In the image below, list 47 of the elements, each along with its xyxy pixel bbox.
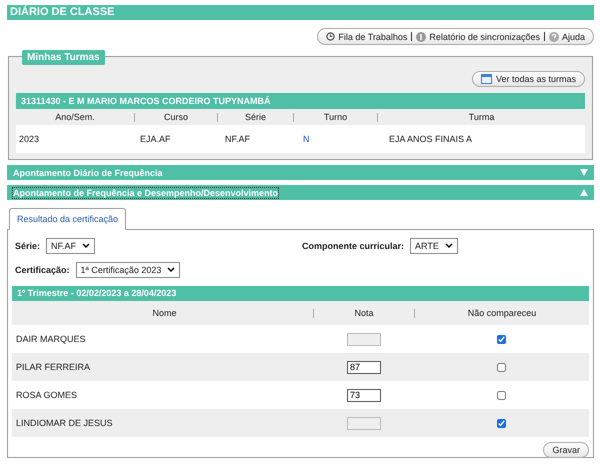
field-label: Série:: [15, 241, 40, 251]
series-select[interactable]: NF.AF: [46, 238, 96, 254]
subject-select[interactable]: ARTE: [410, 238, 458, 254]
student-name: ROSA GOMES: [16, 390, 78, 400]
period-title: 1º Trimestre - 02/02/2023 a 28/04/2023: [17, 288, 176, 298]
absent-checkbox[interactable]: [497, 390, 506, 400]
tab[interactable]: Resultado da certificação: [9, 208, 126, 230]
help-icon: [548, 32, 559, 42]
absent-checkbox[interactable]: [497, 362, 506, 372]
column-header: Turma: [468, 112, 496, 122]
field-label: Certificação:: [15, 265, 70, 275]
clock-icon: [326, 32, 336, 41]
calendar-icon: [480, 74, 492, 84]
expand-icon: [580, 169, 588, 176]
collapse-icon: [580, 189, 588, 196]
student-name: DAIR MARQUES: [16, 334, 86, 344]
toolbar-link[interactable]: Ajuda: [548, 32, 585, 42]
column-header: Nota: [314, 308, 415, 318]
grade-input[interactable]: 87: [347, 360, 381, 374]
grade-input[interactable]: 73: [347, 388, 381, 402]
toolbar-link[interactable]: Relatório de sincronizações: [416, 32, 540, 42]
column-header: Curso: [135, 112, 218, 122]
column-header: Série: [218, 112, 294, 122]
panel-legend: Minhas Turmas: [22, 50, 105, 65]
view-all-button[interactable]: Ver todas as turmas: [472, 71, 585, 87]
table-cell-text: N: [302, 134, 310, 144]
column-header: Turno: [294, 112, 378, 122]
page-title: DIÁRIO DE CLASSE: [10, 6, 115, 18]
toolbar-link[interactable]: Fila de Trabalhos: [326, 32, 408, 42]
caret-icon: [82, 243, 90, 249]
save-button[interactable]: Gravar: [543, 442, 589, 458]
caret-icon: [167, 267, 176, 273]
table-cell-text: EJA ANOS FINAIS A: [388, 134, 474, 144]
table-cell-text: EJA.AF: [139, 134, 172, 144]
column-header: Nome: [12, 308, 314, 318]
table-cell-text: 2023: [18, 134, 40, 144]
student-name: PILAR FERREIRA: [16, 362, 90, 372]
class-row[interactable]: 2023 EJA.AF NF.AF N EJA ANOS FINAIS A: [16, 125, 585, 153]
caret-icon: [444, 243, 453, 249]
certification-select[interactable]: 1ª Certificação 2023: [76, 262, 180, 278]
table-cell-text: NF.AF: [224, 134, 252, 144]
student-name: LINDIOMAR DE JESUS: [16, 418, 113, 428]
column-header: Ano/Sem.: [16, 112, 135, 122]
school-name: 31311430 - E M MARIO MARCOS CORDEIRO TUPYNAMBÁ: [21, 96, 271, 106]
column-header: Não compareceu: [466, 308, 538, 318]
field-label: Componente curricular:: [302, 241, 404, 251]
info-icon: [416, 32, 426, 42]
